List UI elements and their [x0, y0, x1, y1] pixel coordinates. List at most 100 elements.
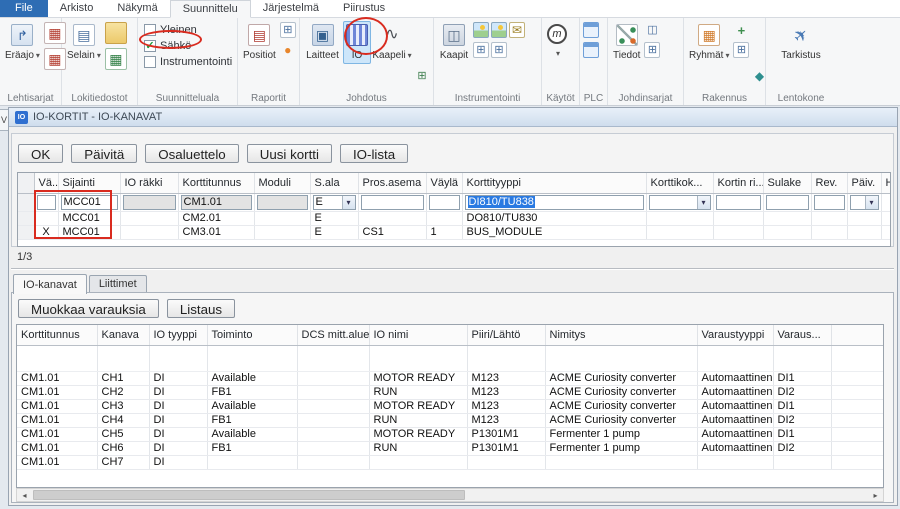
cell-nimitys[interactable]: Fermenter 1 pump: [545, 441, 697, 455]
cell-korttitunnus[interactable]: CM1.01: [17, 455, 97, 469]
col-header-piiri-lahto[interactable]: Piiri/Lähtö: [467, 325, 545, 345]
cell-kanava[interactable]: CH3: [97, 399, 149, 413]
cell-io-nimi[interactable]: RUN: [369, 413, 467, 427]
tab-nakyma[interactable]: Näkymä: [105, 0, 169, 17]
col-header-korttikoko[interactable]: Korttikok...: [646, 173, 713, 193]
cell-sala[interactable]: E: [310, 211, 358, 225]
col-header-korttitunnus[interactable]: Korttitunnus: [17, 325, 97, 345]
cell-vari[interactable]: [34, 211, 58, 225]
plc-config-icon[interactable]: [583, 42, 599, 58]
cell-dcs-mitt-alue[interactable]: [297, 455, 369, 469]
combo-arrow-icon[interactable]: [697, 196, 710, 209]
cell-io-nimi[interactable]: [369, 455, 467, 469]
cell-kanava[interactable]: CH7: [97, 455, 149, 469]
cell-paiv[interactable]: [847, 193, 881, 211]
cell-nimitys[interactable]: [545, 455, 697, 469]
tab-suunnittelu[interactable]: Suunnittelu: [170, 0, 251, 18]
cell-sulake[interactable]: [763, 193, 811, 211]
channel-row[interactable]: CM1.01 CH2 DI FB1 RUN M123 ACME Curiosit…: [17, 385, 884, 399]
cell-vayla[interactable]: [426, 193, 462, 211]
cell-korttikoko[interactable]: [646, 193, 713, 211]
instrument-datasheet-icon[interactable]: [509, 22, 525, 38]
cell-piiri-lahto[interactable]: P1301M1: [467, 427, 545, 441]
horizontal-scrollbar[interactable]: [16, 488, 884, 502]
card-row[interactable]: X MCC01 CM3.01 E CS1 1 BUS_MODULE: [18, 225, 891, 239]
checkbox-sahko[interactable]: Sähkö: [144, 39, 231, 52]
kaapeli-button[interactable]: Kaapeli: [371, 21, 413, 64]
cell-korttityyppi[interactable]: DI810/TU838: [462, 193, 646, 211]
cell-vayla[interactable]: 1: [426, 225, 462, 239]
log-folder-icon[interactable]: [105, 22, 127, 44]
col-header-dcs-mitt-alue[interactable]: DCS mitt.alue: [297, 325, 369, 345]
scrollbar-thumb[interactable]: [33, 490, 465, 500]
loop-drawing-icon[interactable]: [473, 22, 489, 38]
cell-dcs-mitt-alue[interactable]: [297, 441, 369, 455]
cell-io-nimi[interactable]: RUN: [369, 385, 467, 399]
col-header-nimitys[interactable]: Nimitys: [545, 325, 697, 345]
cell-io-tyyppi[interactable]: DI: [149, 399, 207, 413]
cell-io-rakki[interactable]: [120, 211, 178, 225]
export-xls-icon[interactable]: [105, 48, 127, 70]
channel-row[interactable]: CM1.01 CH3 DI Available MOTOR READY M123…: [17, 399, 884, 413]
cell-piiri-lahto[interactable]: M123: [467, 413, 545, 427]
laitteet-button[interactable]: Laitteet: [302, 21, 343, 64]
selain-button[interactable]: Selain: [64, 21, 104, 64]
cell-nimitys[interactable]: ACME Curiosity converter: [545, 413, 697, 427]
cell-sijainti[interactable]: MCC01: [58, 211, 120, 225]
io-button[interactable]: IO: [343, 21, 371, 64]
report-marker-icon[interactable]: [280, 42, 296, 58]
cell-varaus[interactable]: [773, 455, 831, 469]
cell-korttitunnus[interactable]: CM2.01: [178, 211, 254, 225]
cell-sijainti[interactable]: MCC01: [58, 193, 120, 211]
cell-io-rakki[interactable]: [120, 225, 178, 239]
channel-row[interactable]: CM1.01 CH4 DI FB1 RUN M123 ACME Curiosit…: [17, 413, 884, 427]
cell-toiminto[interactable]: FB1: [207, 385, 297, 399]
cell-varaus[interactable]: DI1: [773, 371, 831, 385]
tab-jarjestelma[interactable]: Järjestelmä: [251, 0, 331, 17]
tab-arkisto[interactable]: Arkisto: [48, 0, 106, 17]
kaytot-button[interactable]: [544, 21, 570, 62]
listaus-button[interactable]: Listaus: [167, 299, 235, 318]
col-header-io-tyyppi[interactable]: IO tyyppi: [149, 325, 207, 345]
cell-sala[interactable]: E: [310, 225, 358, 239]
harness-window-icon[interactable]: [644, 22, 660, 38]
combo-arrow-icon[interactable]: [865, 196, 878, 209]
cell-korttikoko[interactable]: [646, 211, 713, 225]
instrument-table-icon[interactable]: [473, 42, 489, 58]
cell-moduli[interactable]: [254, 225, 310, 239]
cell-sijainti[interactable]: MCC01: [58, 225, 120, 239]
paivita-button[interactable]: Päivitä: [71, 144, 137, 163]
group-table-icon[interactable]: [733, 42, 749, 58]
cell-varaustyyppi[interactable]: Automaattinen: [697, 371, 773, 385]
col-header-sijainti[interactable]: Sijainti: [58, 173, 120, 193]
report-table-icon[interactable]: [280, 22, 296, 38]
cell-dcs-mitt-alue[interactable]: [297, 427, 369, 441]
tab-piirustus[interactable]: Piirustus: [331, 0, 397, 17]
col-header-pros-asema[interactable]: Pros.asema: [358, 173, 426, 193]
tiedot-button[interactable]: Tiedot: [610, 21, 643, 64]
scroll-left-icon[interactable]: [17, 489, 32, 501]
cell-kanava[interactable]: CH5: [97, 427, 149, 441]
channel-row[interactable]: CM1.01 CH1 DI Available MOTOR READY M123…: [17, 371, 884, 385]
cell-dcs-mitt-alue[interactable]: [297, 371, 369, 385]
cell-dcs-mitt-alue[interactable]: [297, 413, 369, 427]
checkbox-instrumentointi[interactable]: Instrumentointi: [144, 55, 231, 68]
cell-io-tyyppi[interactable]: DI: [149, 427, 207, 441]
cell-korttitunnus[interactable]: CM1.01: [17, 385, 97, 399]
col-header-io-nimi[interactable]: IO nimi: [369, 325, 467, 345]
tab-liittimet[interactable]: Liittimet: [89, 275, 147, 293]
cell-piiri-lahto[interactable]: P1301M1: [467, 441, 545, 455]
col-header-toiminto[interactable]: Toiminto: [207, 325, 297, 345]
add-group-icon[interactable]: [733, 22, 749, 38]
cell-dcs-mitt-alue[interactable]: [297, 399, 369, 413]
cell-piiri-lahto[interactable]: M123: [467, 399, 545, 413]
tab-io-kanavat[interactable]: IO-kanavat: [13, 274, 87, 294]
cell-toiminto[interactable]: Available: [207, 427, 297, 441]
cell-toiminto[interactable]: [207, 455, 297, 469]
card-row[interactable]: MCC01 CM2.01 E DO810/TU830: [18, 211, 891, 225]
cell-nimitys[interactable]: ACME Curiosity converter: [545, 371, 697, 385]
channel-row[interactable]: CM1.01 CH6 DI FB1 RUN P1301M1 Fermenter …: [17, 441, 884, 455]
cell-sulake[interactable]: [763, 225, 811, 239]
cell-huom[interactable]: [881, 225, 891, 239]
ryhmat-button[interactable]: Ryhmät: [686, 21, 732, 64]
